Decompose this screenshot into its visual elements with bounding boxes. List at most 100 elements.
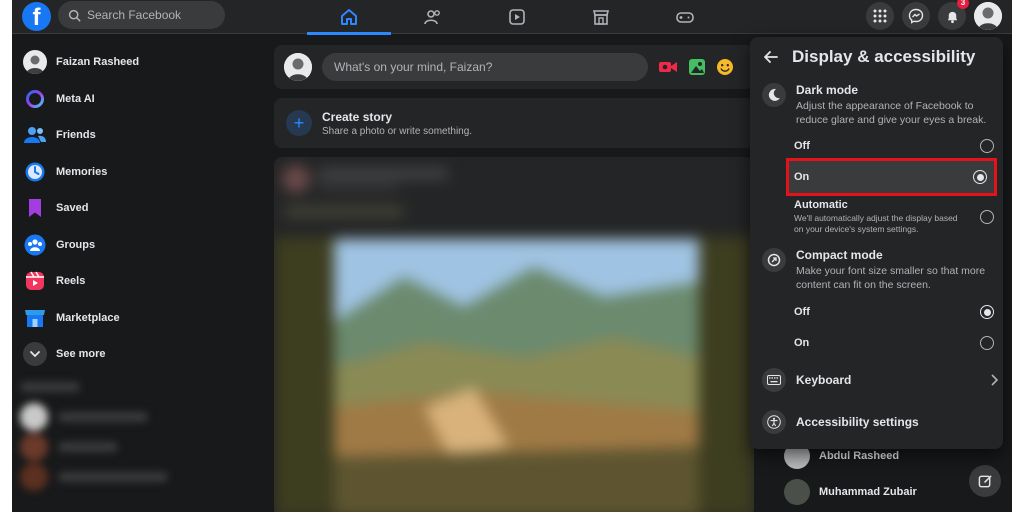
accessibility-icon bbox=[767, 415, 781, 429]
compact-mode-description: Make your font size smaller so that more… bbox=[796, 265, 986, 291]
saved-icon bbox=[29, 199, 41, 218]
chevron-down-icon bbox=[30, 351, 40, 358]
groups-icon bbox=[24, 234, 46, 256]
messenger-button[interactable] bbox=[902, 2, 930, 30]
sidebar-item-label: Friends bbox=[56, 129, 96, 142]
chevron-right-icon bbox=[991, 374, 998, 386]
panel-header: Display & accessibility bbox=[764, 47, 975, 67]
compact-mode-off-option[interactable]: Off bbox=[794, 300, 994, 324]
back-arrow-icon[interactable] bbox=[764, 51, 778, 63]
dark-mode-description: Adjust the appearance of Facebook to red… bbox=[796, 100, 987, 126]
sidebar-item-friends[interactable]: Friends bbox=[12, 117, 262, 154]
sidebar-item-profile[interactable]: Faizan Rasheed bbox=[12, 44, 262, 81]
sidebar-user-name: Faizan Rasheed bbox=[56, 56, 140, 69]
sidebar-item-meta-ai[interactable]: Meta AI bbox=[12, 81, 262, 118]
gaming-icon bbox=[676, 12, 694, 23]
bell-icon bbox=[947, 11, 957, 23]
meta-ai-icon-wrap bbox=[23, 87, 47, 111]
reels-icon bbox=[26, 271, 44, 291]
moon-icon bbox=[768, 88, 780, 101]
dark-mode-automatic-option[interactable]: Automatic We'll automatically adjust the… bbox=[794, 199, 994, 235]
tab-friends[interactable] bbox=[391, 0, 475, 34]
keyboard-icon bbox=[767, 375, 781, 385]
grid-menu-icon bbox=[873, 9, 887, 23]
composer-avatar[interactable] bbox=[284, 53, 312, 81]
sidebar-item-label: Meta AI bbox=[56, 92, 95, 105]
marketplace-icon bbox=[592, 10, 610, 25]
main-nav-tabs bbox=[307, 0, 727, 35]
post-composer: What's on your mind, Faizan? bbox=[274, 45, 754, 89]
sidebar-item-label: Groups bbox=[56, 238, 96, 251]
profile-picture-icon bbox=[26, 55, 44, 75]
option-label: Automatic bbox=[794, 199, 848, 211]
compact-mode-text: Compact mode Make your font size smaller… bbox=[796, 248, 994, 292]
friends-icon-wrap bbox=[23, 123, 47, 147]
home-icon bbox=[341, 9, 357, 25]
saved-icon-wrap bbox=[23, 196, 47, 220]
create-story-card[interactable]: + Create story Share a photo or write so… bbox=[274, 98, 754, 148]
sidebar-item-label: See more bbox=[56, 348, 106, 361]
composer-input[interactable]: What's on your mind, Faizan? bbox=[322, 53, 648, 81]
keyboard-label: Keyboard bbox=[796, 373, 852, 387]
story-text: Create story Share a photo or write some… bbox=[322, 110, 472, 137]
blurred-row bbox=[12, 462, 252, 492]
feeling-icon[interactable] bbox=[716, 58, 734, 76]
keyboard-icon-wrap bbox=[762, 368, 786, 392]
keyboard-link[interactable]: Keyboard bbox=[762, 365, 998, 395]
sidebar-item-marketplace[interactable]: Marketplace bbox=[12, 300, 262, 337]
contact-avatar bbox=[784, 479, 810, 505]
dark-mode-off-option[interactable]: Off bbox=[794, 134, 994, 158]
moon-icon-wrap bbox=[762, 83, 786, 107]
header-actions: 3 bbox=[866, 0, 1002, 30]
panel-title: Display & accessibility bbox=[792, 47, 976, 66]
tab-home[interactable] bbox=[307, 0, 391, 35]
memories-icon bbox=[25, 162, 45, 182]
live-video-icon[interactable] bbox=[658, 59, 678, 75]
dark-mode-on-option-highlighted[interactable]: On bbox=[786, 158, 997, 196]
tab-gaming[interactable] bbox=[643, 0, 727, 34]
dark-mode-text: Dark mode Adjust the appearance of Faceb… bbox=[796, 83, 994, 127]
option-label: Off bbox=[794, 140, 810, 152]
compact-mode-on-option[interactable]: On bbox=[794, 331, 994, 355]
contact-name: Abdul Rasheed bbox=[819, 450, 900, 462]
photo-video-icon[interactable] bbox=[688, 58, 706, 76]
sidebar-item-groups[interactable]: Groups bbox=[12, 227, 262, 264]
sidebar-item-label: Memories bbox=[56, 165, 108, 178]
facebook-logo[interactable]: f bbox=[22, 2, 51, 31]
sidebar-item-saved[interactable]: Saved bbox=[12, 190, 262, 227]
messenger-icon bbox=[908, 8, 924, 24]
radio-automatic[interactable] bbox=[980, 210, 994, 224]
tab-marketplace[interactable] bbox=[559, 0, 643, 34]
compose-icon bbox=[978, 474, 992, 487]
search-icon bbox=[68, 9, 81, 22]
search-box[interactable]: Search Facebook bbox=[58, 1, 225, 29]
tab-watch[interactable] bbox=[475, 0, 559, 34]
plus-icon: + bbox=[286, 110, 312, 136]
accessibility-settings-link[interactable]: Accessibility settings bbox=[762, 407, 998, 437]
contact-item[interactable]: Muhammad Zubair bbox=[784, 475, 917, 509]
left-sidebar: Faizan Rasheed Meta AI Friends Memories … bbox=[12, 44, 262, 373]
story-subtitle: Share a photo or write something. bbox=[322, 125, 473, 137]
radio-off[interactable] bbox=[980, 139, 994, 153]
account-avatar[interactable] bbox=[974, 2, 1002, 30]
radio-compact-on[interactable] bbox=[980, 336, 994, 350]
notifications-button[interactable]: 3 bbox=[938, 0, 969, 30]
menu-button[interactable] bbox=[866, 2, 894, 30]
marketplace-icon bbox=[25, 309, 45, 327]
sidebar-item-memories[interactable]: Memories bbox=[12, 154, 262, 191]
sidebar-item-see-more[interactable]: See more bbox=[12, 336, 262, 373]
radio-compact-off-selected[interactable] bbox=[980, 305, 994, 319]
option-label: Off bbox=[794, 306, 810, 318]
dark-mode-section: Dark mode Adjust the appearance of Faceb… bbox=[762, 83, 994, 127]
compact-mode-title: Compact mode bbox=[796, 248, 883, 262]
sidebar-item-reels[interactable]: Reels bbox=[12, 263, 262, 300]
friends-icon bbox=[24, 127, 46, 144]
radio-on-selected[interactable] bbox=[973, 170, 987, 184]
meta-ai-icon bbox=[26, 89, 44, 108]
feed-post-blurred bbox=[274, 157, 754, 512]
sidebar-item-label: Marketplace bbox=[56, 311, 120, 324]
search-placeholder[interactable]: Search Facebook bbox=[87, 8, 181, 22]
accessibility-icon-wrap bbox=[762, 410, 786, 434]
blurred-shortcuts bbox=[12, 372, 252, 512]
new-message-button[interactable] bbox=[969, 465, 1001, 497]
